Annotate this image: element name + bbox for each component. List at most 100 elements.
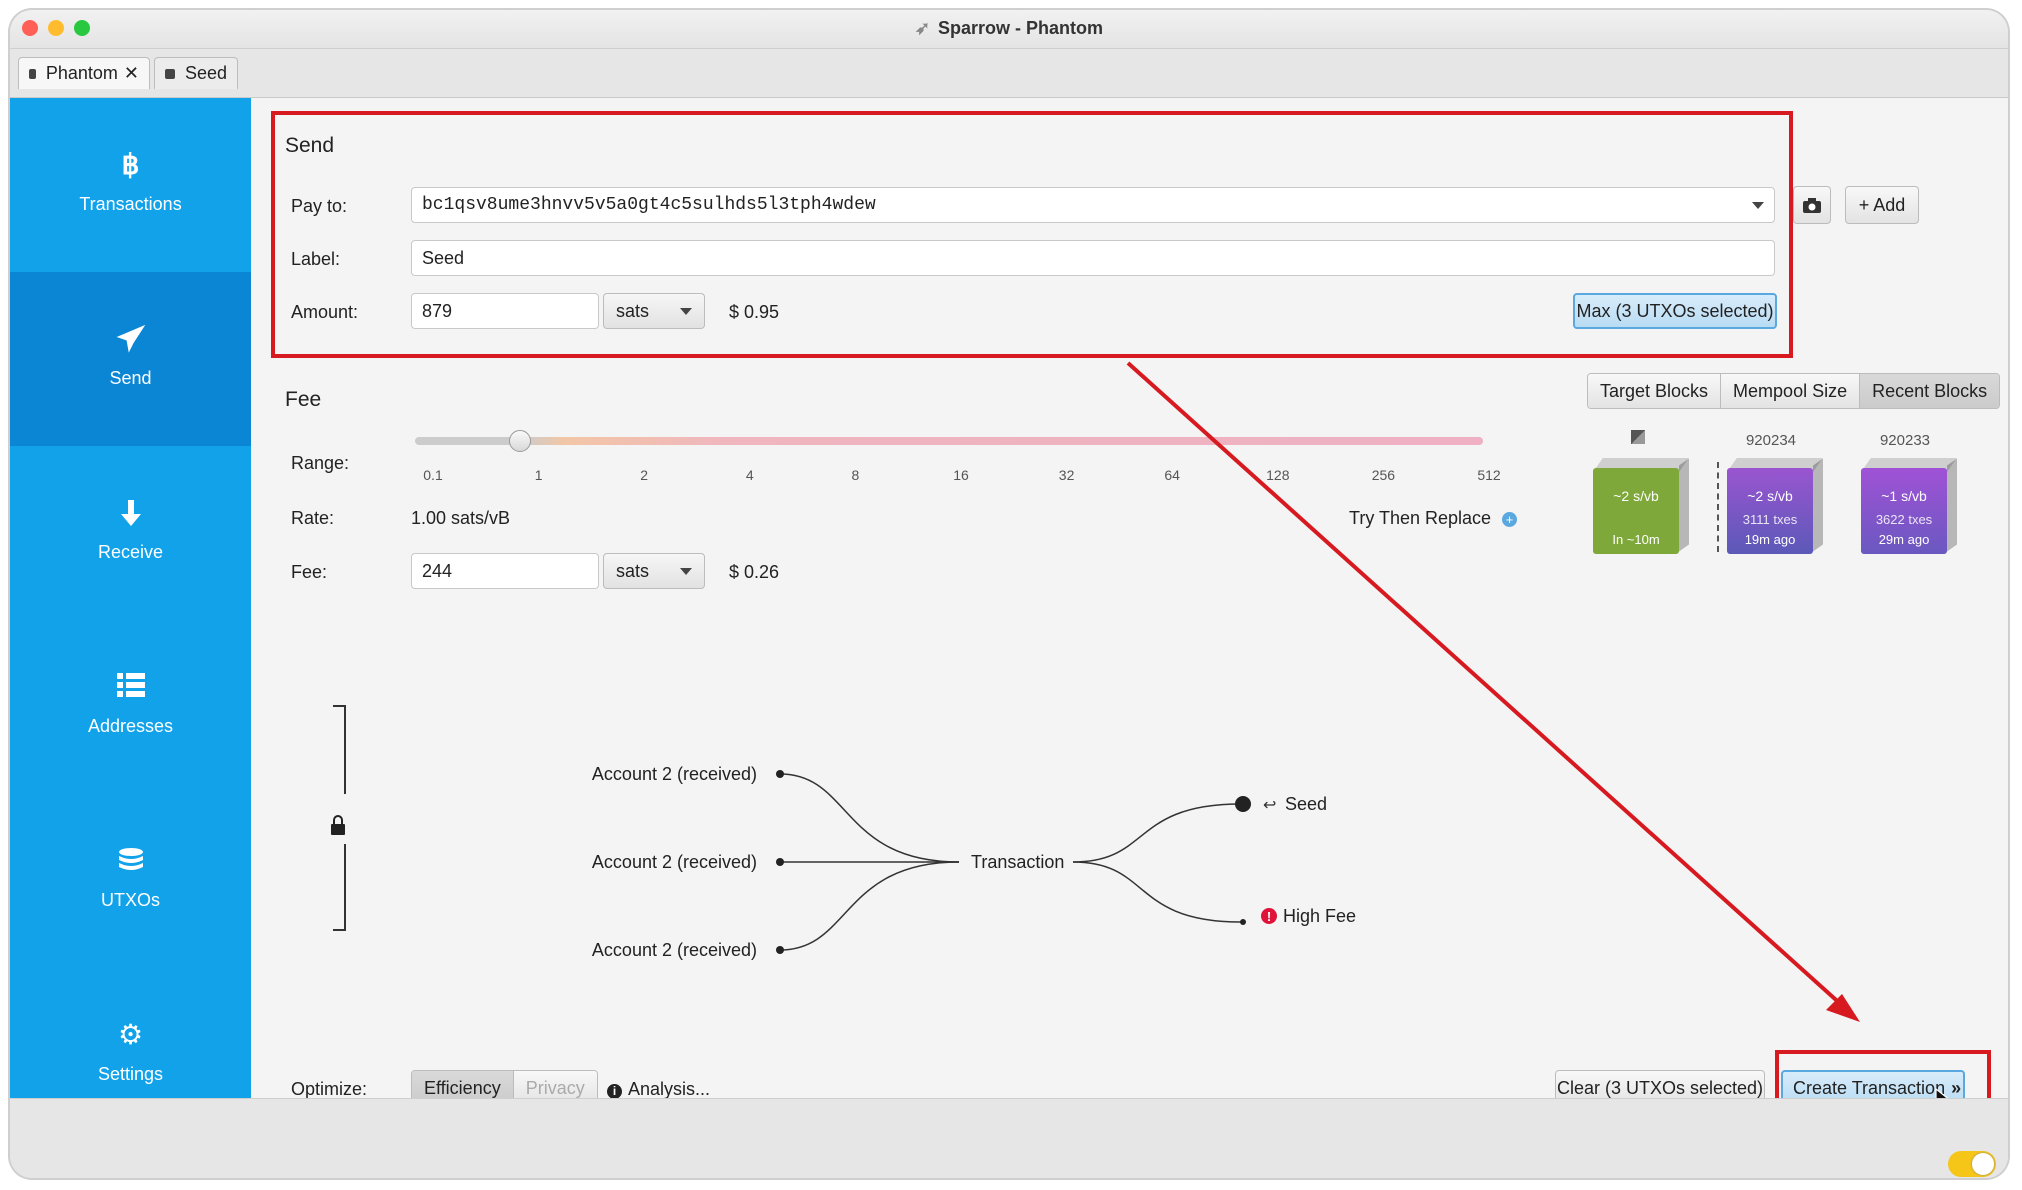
optimize-label: Optimize:: [291, 1079, 368, 1099]
send-panel: Send Pay to: bc1qsv8ume3hnvv5v5a0gt4c5su…: [251, 98, 2008, 1130]
paper-plane-icon: [10, 324, 251, 360]
plus-circle-icon[interactable]: +: [1502, 512, 1518, 527]
fee-value: 244: [422, 560, 453, 581]
analysis-link[interactable]: i Analysis...: [607, 1079, 710, 1100]
input-label: Account 2 (received): [592, 764, 757, 784]
block-time: 19m ago: [1744, 532, 1796, 547]
sidebar: ฿ Transactions Send Receive Addresses UT…: [10, 98, 251, 1098]
fee-fiat-value: $ 0.26: [729, 562, 780, 582]
rate-value: 1.00 sats/vB: [411, 508, 511, 528]
fee-input[interactable]: 244: [411, 553, 599, 589]
close-tab-icon[interactable]: ✕: [124, 63, 139, 84]
slider-tick-label: 4: [745, 467, 754, 483]
fee-section-title: Fee: [285, 388, 322, 411]
block-number: 920233: [1879, 432, 1931, 449]
pending-block-icon: [1631, 430, 1645, 444]
tab-mempool-size[interactable]: Mempool Size: [1721, 374, 1861, 408]
sidebar-item-label: Send: [109, 368, 152, 388]
slider-tick-label: 16: [953, 467, 969, 483]
sidebar-item-label: Transactions: [79, 194, 182, 214]
sidebar-item-addresses[interactable]: Addresses: [10, 620, 251, 794]
arrow-down-icon: [10, 498, 251, 534]
output-edge: [1072, 861, 1242, 923]
block-time: In ~10m: [1612, 532, 1660, 547]
window-title: ➶ Sparrow - Phantom: [10, 18, 2008, 39]
coins-icon: [10, 846, 251, 882]
fee-rate-slider-thumb[interactable]: [509, 430, 531, 452]
tab-recent-blocks[interactable]: Recent Blocks: [1860, 374, 2000, 408]
status-bar: [10, 1098, 2008, 1178]
mempool-divider: [1717, 462, 1719, 552]
fee-view-toggle: Target Blocks Mempool Size Recent Blocks: [1587, 373, 2001, 409]
block-920233: ~1 s/vb 3622 txes 29m ago: [1861, 458, 1957, 554]
sparrow-logo-icon: ➶: [914, 18, 931, 38]
input-edge: [779, 861, 960, 951]
try-then-replace[interactable]: Try Then Replace +: [1349, 508, 1518, 529]
fee-label: Fee:: [291, 562, 328, 582]
gear-icon: ⚙: [117, 1019, 144, 1050]
window-title-text: Sparrow - Phantom: [938, 18, 1104, 38]
highlight-box-send: [271, 111, 1793, 358]
output-label: Seed: [1285, 794, 1327, 814]
wallet-icon: [29, 68, 36, 79]
block-number: 920234: [1745, 432, 1797, 449]
reply-icon: ↩: [1263, 797, 1276, 814]
block-fee-rate: ~2 s/vb: [1747, 488, 1793, 504]
block-920234: ~2 s/vb 3111 txes 19m ago: [1727, 458, 1823, 554]
fee-unit-select[interactable]: sats: [603, 553, 705, 589]
input-label: Account 2 (received): [592, 852, 757, 872]
slider-tick-label: 1: [534, 467, 543, 483]
sidebar-item-transactions[interactable]: ฿ Transactions: [10, 98, 251, 272]
sidebar-item-label: Receive: [97, 542, 164, 562]
add-recipient-button[interactable]: + Add: [1845, 186, 1919, 224]
input-node[interactable]: [776, 858, 784, 866]
tab-target-blocks[interactable]: Target Blocks: [1588, 374, 1722, 408]
info-icon: i: [607, 1084, 622, 1099]
block-tx-count: 3111 txes: [1742, 512, 1798, 527]
slider-tick-label: 2: [640, 467, 649, 483]
output-node[interactable]: [1240, 919, 1246, 925]
input-node[interactable]: [776, 946, 784, 954]
fee-unit-value: sats: [616, 560, 650, 581]
fee-rate-slider-track[interactable]: [415, 437, 1483, 445]
app-window: ➶ Sparrow - Phantom Phantom ✕ Seed ฿ Tran…: [10, 10, 2008, 1178]
input-label: Account 2 (received): [592, 940, 757, 960]
block-fee-rate: ~1 s/vb: [1881, 488, 1927, 504]
warning-icon-mark: !: [1267, 909, 1271, 924]
rate-label: Rate:: [291, 508, 335, 528]
list-icon: [10, 672, 251, 704]
transaction-label: Transaction: [971, 852, 1064, 872]
tab-phantom[interactable]: Phantom ✕: [18, 57, 150, 89]
sidebar-item-send[interactable]: Send: [10, 272, 251, 446]
block-time: 29m ago: [1878, 532, 1930, 547]
output-node[interactable]: [1235, 796, 1251, 812]
slider-tick-label: 0.1: [423, 467, 443, 483]
sidebar-item-label: UTXOs: [100, 890, 160, 910]
wallet-tab-bar: Phantom ✕ Seed: [10, 49, 2008, 98]
block-tx-count: 3622 txes: [1875, 512, 1933, 527]
output-edge: [1072, 803, 1242, 863]
input-node[interactable]: [776, 770, 784, 778]
tab-label: Seed: [184, 63, 227, 83]
sidebar-item-label: Settings: [97, 1064, 164, 1084]
chevron-down-icon: [680, 567, 692, 575]
slider-tick-label: 256: [1371, 467, 1396, 483]
sidebar-item-utxos[interactable]: UTXOs: [10, 794, 251, 968]
analysis-label: Analysis...: [628, 1079, 711, 1099]
bracket-gap: [323, 794, 355, 844]
slider-tick-label: 64: [1164, 467, 1180, 483]
camera-icon: [1803, 197, 1821, 213]
slider-tick-label: 32: [1058, 467, 1075, 483]
try-then-replace-label: Try Then Replace: [1349, 508, 1492, 528]
sidebar-item-label: Addresses: [87, 716, 174, 736]
block-fee-rate: ~2 s/vb: [1613, 488, 1659, 504]
title-bar: ➶ Sparrow - Phantom: [10, 10, 2008, 49]
scan-qr-button[interactable]: [1793, 186, 1831, 224]
tab-label: Phantom: [45, 63, 118, 83]
input-edge: [779, 773, 960, 863]
tab-seed[interactable]: Seed: [154, 57, 238, 89]
slider-tick-label: 8: [851, 467, 860, 483]
slider-tick-label: 128: [1266, 467, 1290, 483]
sidebar-item-receive[interactable]: Receive: [10, 446, 251, 620]
server-connection-toggle[interactable]: [1948, 1151, 1996, 1177]
